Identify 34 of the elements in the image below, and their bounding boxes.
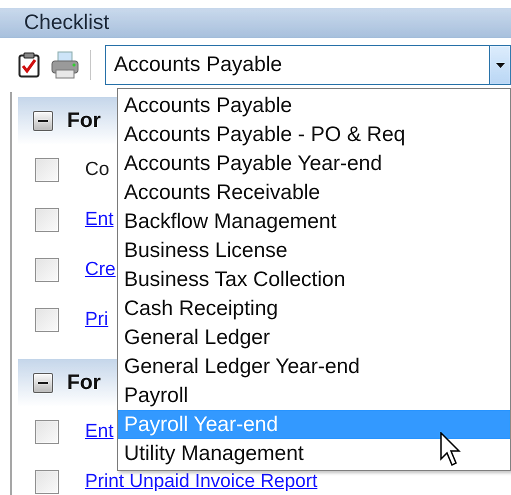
- checkbox[interactable]: [35, 470, 59, 494]
- task-link[interactable]: Cre: [85, 259, 116, 281]
- dropdown-option[interactable]: Accounts Receivable: [118, 178, 510, 207]
- mouse-pointer-icon: [440, 432, 464, 468]
- collapse-toggle[interactable]: [33, 373, 53, 393]
- dropdown-arrow-icon: [496, 62, 504, 68]
- dropdown-option[interactable]: Business License: [118, 236, 510, 265]
- clipboard-check-icon[interactable]: [18, 52, 40, 78]
- collapse-toggle[interactable]: [33, 111, 53, 131]
- dropdown-option[interactable]: Accounts Payable: [118, 91, 510, 120]
- dropdown-option[interactable]: General Ledger: [118, 323, 510, 352]
- checkbox[interactable]: [35, 208, 59, 232]
- printer-icon[interactable]: [50, 50, 80, 80]
- task-link[interactable]: Print Unpaid Invoice Report: [85, 471, 318, 493]
- dropdown-option[interactable]: Cash Receipting: [118, 294, 510, 323]
- panel-title-bar: Checklist: [0, 8, 511, 38]
- checklist-dropdown[interactable]: Accounts Payable: [105, 45, 511, 85]
- task-link[interactable]: Ent: [85, 209, 114, 231]
- dropdown-option[interactable]: Business Tax Collection: [118, 265, 510, 294]
- checkbox[interactable]: [35, 420, 59, 444]
- checkbox[interactable]: [35, 158, 59, 182]
- checkbox[interactable]: [35, 308, 59, 332]
- task-label: Co: [85, 159, 110, 181]
- dropdown-option[interactable]: Payroll: [118, 381, 510, 410]
- dropdown-option[interactable]: Backflow Management: [118, 207, 510, 236]
- group-title: For: [67, 371, 101, 395]
- checkbox[interactable]: [35, 258, 59, 282]
- group-title: For: [67, 109, 101, 133]
- dropdown-option[interactable]: Accounts Payable Year-end: [118, 149, 510, 178]
- dropdown-option[interactable]: General Ledger Year-end: [118, 352, 510, 381]
- task-link[interactable]: Ent: [85, 421, 114, 443]
- task-link[interactable]: Pri: [85, 309, 108, 331]
- dropdown-option[interactable]: Accounts Payable - PO & Req: [118, 120, 510, 149]
- dropdown-option[interactable]: Utility Management: [118, 439, 510, 468]
